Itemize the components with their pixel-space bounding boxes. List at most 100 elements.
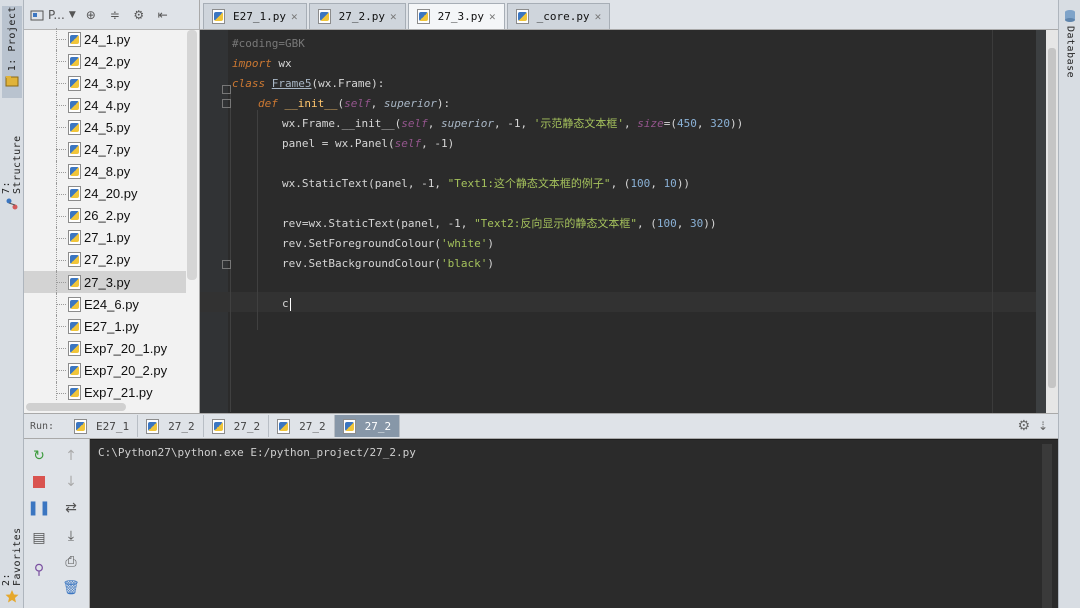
stop-icon[interactable] bbox=[30, 473, 48, 491]
tree-connector bbox=[56, 193, 66, 195]
pin-icon[interactable]: ⚲ bbox=[30, 561, 48, 579]
editor-vertical-scrollbar[interactable] bbox=[1046, 30, 1058, 413]
code-line-9: rev.SetForegroundColour('white') bbox=[282, 237, 494, 250]
close-icon[interactable]: ✕ bbox=[595, 10, 602, 23]
python-file-icon bbox=[68, 208, 81, 224]
collapse-all-icon[interactable]: ≑ bbox=[106, 5, 124, 25]
close-icon[interactable]: ✕ bbox=[390, 10, 397, 23]
file-tree-item[interactable]: E27_1.py bbox=[24, 315, 186, 338]
run-tab[interactable]: 27_2 bbox=[138, 415, 204, 437]
file-tree-item[interactable]: 24_7.py bbox=[24, 138, 186, 161]
fold-marker-icon[interactable] bbox=[222, 85, 231, 94]
scrollbar-thumb[interactable] bbox=[1048, 48, 1056, 388]
console-vertical-scrollbar[interactable] bbox=[1042, 444, 1052, 608]
file-tree-item[interactable]: 27_3.py bbox=[24, 271, 186, 294]
hide-panel-icon[interactable]: ⇤ bbox=[154, 5, 172, 25]
layout-icon[interactable]: ▤ bbox=[30, 529, 48, 547]
file-tree-item[interactable]: Exp7_21.py bbox=[24, 381, 186, 400]
python-file-icon bbox=[68, 97, 81, 113]
file-tree-item[interactable]: 24_1.py bbox=[24, 28, 186, 51]
file-tree-item[interactable]: 24_5.py bbox=[24, 116, 186, 139]
python-file-icon bbox=[68, 53, 81, 69]
run-tab-label: E27_1 bbox=[96, 419, 130, 433]
run-tab[interactable]: 27_2 bbox=[269, 415, 335, 437]
gear-icon[interactable]: ⚙ bbox=[1017, 418, 1030, 434]
console-output-line: C:\Python27\python.exe E:/python_project… bbox=[98, 446, 416, 459]
database-tool-tab[interactable]: Database bbox=[1060, 6, 1080, 88]
file-name: E27_1.py bbox=[84, 318, 139, 334]
python-file-icon bbox=[68, 186, 81, 202]
code-line-11: c bbox=[282, 297, 291, 311]
tree-connector bbox=[56, 105, 66, 107]
project-vertical-scrollbar[interactable] bbox=[187, 30, 197, 280]
python-file-icon bbox=[68, 318, 81, 334]
project-view-selector[interactable]: P... ▼ bbox=[30, 5, 76, 25]
print-icon[interactable]: ⎙ bbox=[62, 553, 80, 571]
file-tree-item[interactable]: Exp7_20_2.py bbox=[24, 359, 186, 382]
file-tree-item[interactable]: 24_8.py bbox=[24, 160, 186, 183]
python-file-icon bbox=[317, 9, 331, 24]
tree-connector bbox=[56, 61, 66, 63]
favorites-tool-tab[interactable]: 2: Favorites bbox=[1, 508, 23, 606]
project-view-icon bbox=[30, 10, 44, 20]
file-tree-item[interactable]: 24_3.py bbox=[24, 72, 186, 95]
tree-connector bbox=[56, 348, 66, 350]
scroll-from-source-icon[interactable]: ⊕ bbox=[82, 5, 100, 25]
left-tool-strip: 1: Project 7: Structure 2: Favorites bbox=[0, 0, 24, 608]
code-line-4: def __init__(self, superior): bbox=[258, 97, 451, 110]
editor-tab-label: 27_3.py bbox=[437, 10, 484, 23]
arrow-up-icon[interactable]: ↑ bbox=[62, 447, 80, 465]
python-file-icon bbox=[68, 252, 81, 268]
structure-tool-tab[interactable]: 7: Structure bbox=[1, 116, 23, 214]
code-line-2: import wx bbox=[232, 57, 292, 70]
file-tree-item[interactable]: 27_2.py bbox=[24, 248, 186, 272]
file-tree-item[interactable]: 26_2.py bbox=[24, 204, 186, 227]
project-file-tree: 24_1.py 24_2.py 24_3.py 24_4.py 24_5.py 24_7.… bbox=[24, 28, 186, 400]
file-name: 24_2.py bbox=[84, 53, 131, 69]
rerun-icon[interactable]: ↻ bbox=[30, 447, 48, 465]
close-icon[interactable]: ✕ bbox=[291, 10, 298, 23]
soft-wrap-icon[interactable]: ⇄ bbox=[62, 499, 80, 517]
file-tree-item[interactable]: 27_1.py bbox=[24, 226, 186, 249]
editor-tab[interactable]: _core.py ✕ bbox=[506, 3, 611, 29]
file-tree-item[interactable]: E24_6.py bbox=[24, 293, 186, 316]
project-tool-tab[interactable]: 1: Project bbox=[2, 6, 22, 98]
tree-connector bbox=[56, 326, 66, 328]
run-tab[interactable]: 27_2 bbox=[334, 415, 401, 437]
python-file-icon bbox=[68, 142, 81, 158]
pause-icon[interactable]: ❚❚ bbox=[27, 499, 50, 517]
file-name: E24_6.py bbox=[84, 296, 139, 312]
fold-marker-icon[interactable] bbox=[222, 260, 231, 269]
trash-icon[interactable]: 🗑 bbox=[62, 579, 80, 597]
tree-connector bbox=[56, 171, 66, 173]
editor-tab[interactable]: E27_1.py ✕ bbox=[203, 3, 307, 29]
hide-panel-icon[interactable]: ⇣ bbox=[1038, 419, 1048, 433]
file-name: 27_3.py bbox=[84, 274, 131, 290]
run-tab[interactable]: E27_1 bbox=[66, 415, 139, 437]
editor-tab[interactable]: 27_3.py ✕ bbox=[407, 3, 505, 29]
editor-tab[interactable]: 27_2.py ✕ bbox=[308, 3, 406, 29]
fold-marker-icon[interactable] bbox=[222, 99, 231, 108]
file-tree-item[interactable]: 24_20.py bbox=[24, 182, 186, 205]
editor-tab-bar: E27_1.py ✕ 27_2.py ✕ 27_3.py ✕ _core.py ✕ bbox=[200, 0, 1058, 30]
file-name: 24_7.py bbox=[84, 142, 131, 158]
gear-icon[interactable]: ⚙ bbox=[130, 5, 148, 25]
file-tree-item[interactable]: Exp7_20_1.py bbox=[24, 337, 186, 360]
arrow-down-icon[interactable]: ↓ bbox=[62, 473, 80, 491]
file-name: 24_4.py bbox=[84, 97, 131, 113]
file-name: 27_2.py bbox=[84, 252, 131, 268]
file-tree-item[interactable]: 24_4.py bbox=[24, 94, 186, 117]
python-file-icon bbox=[68, 296, 81, 312]
run-tab-label: 27_2 bbox=[233, 419, 261, 433]
run-console[interactable]: C:\Python27\python.exe E:/python_project… bbox=[90, 439, 1058, 608]
right-tool-strip: Database bbox=[1058, 0, 1080, 608]
scroll-to-end-icon[interactable]: ⤓ bbox=[62, 527, 80, 545]
python-file-icon bbox=[68, 340, 81, 356]
python-file-icon bbox=[211, 418, 225, 434]
project-toolbar: P... ▼ ⊕ ≑ ⚙ ⇤ bbox=[24, 0, 199, 30]
file-tree-item[interactable]: 24_2.py bbox=[24, 50, 186, 73]
code-editor[interactable]: #coding=GBK import wx class Frame5(wx.Fr… bbox=[200, 30, 1036, 413]
run-tab[interactable]: 27_2 bbox=[204, 415, 270, 437]
close-icon[interactable]: ✕ bbox=[489, 10, 496, 23]
project-horizontal-scrollbar[interactable] bbox=[26, 403, 126, 411]
